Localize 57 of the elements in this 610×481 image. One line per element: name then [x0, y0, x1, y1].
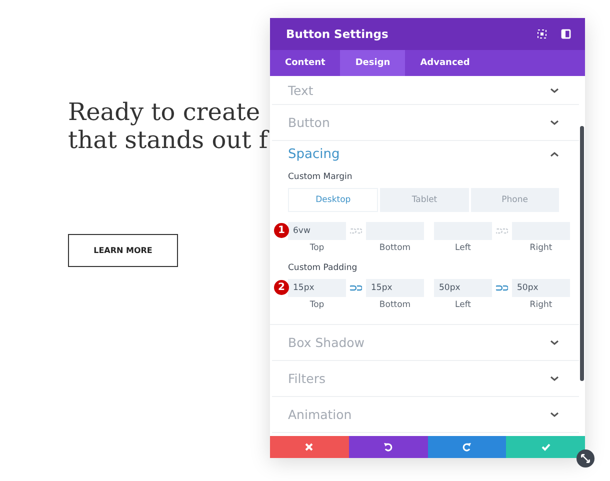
device-tab[interactable]: Phone [470, 188, 559, 212]
sidebar-icon[interactable] [561, 29, 571, 39]
tab[interactable]: Content [270, 50, 340, 76]
undo-icon [383, 442, 394, 452]
heading-line: that stands out f [68, 126, 268, 154]
group-label: Custom Margin [288, 172, 352, 182]
section-title: Spacing [288, 147, 340, 162]
input-field[interactable]: 15px [366, 279, 424, 297]
field-caption: Top [310, 243, 324, 253]
chevron-down-icon[interactable] [550, 411, 559, 418]
link-icon[interactable] [350, 283, 362, 293]
undo-button[interactable] [348, 436, 428, 458]
chevron-down-icon[interactable] [550, 86, 559, 94]
section-header[interactable]: Animation [272, 397, 579, 433]
chevron-up-icon[interactable] [550, 151, 559, 158]
device-tab[interactable]: Desktop [288, 188, 378, 212]
section-title: Filters [288, 371, 326, 386]
input-field[interactable]: 50px [512, 279, 570, 297]
input-field[interactable]: 15px [288, 279, 346, 297]
step-marker: 1 [274, 223, 289, 238]
input-field[interactable]: 50px [434, 279, 492, 297]
close-icon [304, 442, 314, 452]
panel-title: Button Settings [286, 27, 390, 41]
redo-icon [462, 442, 472, 452]
field-caption: Bottom [379, 243, 411, 253]
field-caption: Bottom [379, 300, 411, 310]
chevron-down-icon[interactable] [550, 119, 559, 126]
input-field[interactable]: 6vw [288, 222, 346, 240]
resize-handle-icon[interactable] [576, 449, 595, 468]
link-icon[interactable] [496, 283, 508, 293]
section-header[interactable]: Filters [272, 361, 579, 397]
section-title: Animation [288, 407, 352, 422]
tab[interactable]: Design [340, 50, 406, 76]
section-header[interactable]: Button [272, 105, 579, 141]
field-caption: Right [530, 300, 552, 310]
field-caption: Top [310, 300, 324, 310]
section-title: Button [288, 115, 330, 130]
section-header[interactable]: Text [272, 76, 579, 105]
device-tab[interactable]: Tablet [380, 188, 469, 212]
save-button[interactable] [506, 436, 585, 458]
check-icon [540, 442, 551, 452]
scrollbar[interactable] [580, 126, 584, 381]
tab[interactable]: Advanced [405, 50, 485, 76]
group-label: Custom Padding [288, 263, 358, 273]
field-caption: Right [530, 243, 552, 253]
section-title: Box Shadow [288, 335, 365, 350]
field-caption: Left [455, 300, 471, 310]
section-title: Text [288, 82, 314, 98]
section-header[interactable]: Box Shadow [272, 325, 579, 361]
heading-line: Ready to create [68, 98, 260, 126]
focus-icon[interactable] [537, 29, 547, 39]
learn-more-button[interactable]: LEARN MORE [68, 234, 178, 267]
chevron-down-icon[interactable] [550, 339, 559, 346]
step-marker: 2 [274, 280, 289, 295]
field-caption: Left [455, 243, 471, 253]
chevron-down-icon[interactable] [550, 375, 559, 382]
section-header[interactable]: Spacing [288, 147, 559, 162]
